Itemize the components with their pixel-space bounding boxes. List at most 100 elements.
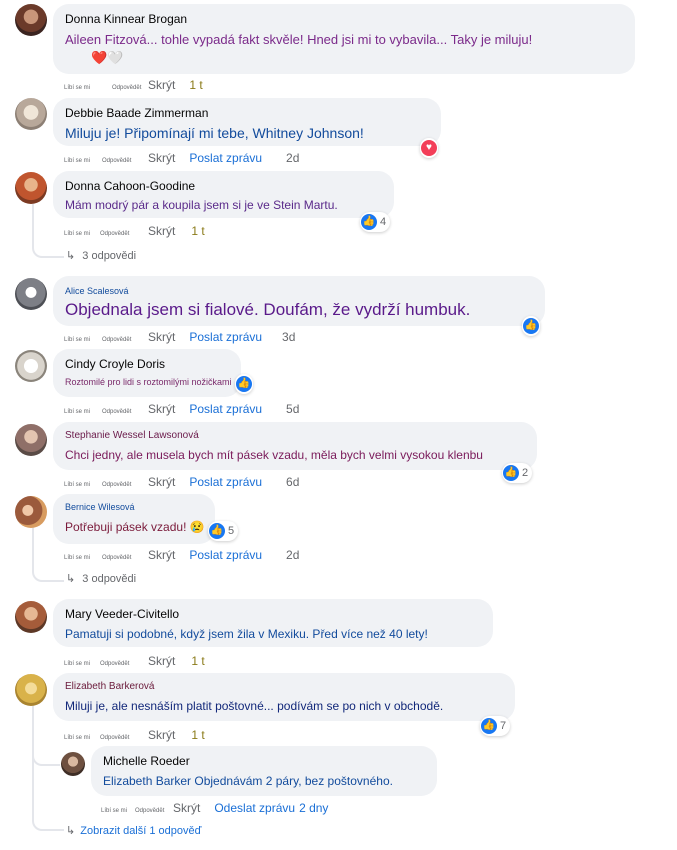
hide-button[interactable]: Skrýt [148,728,175,742]
hide-button[interactable]: Skrýt [148,151,175,165]
timestamp[interactable]: 1 t [189,78,202,92]
comment-actions: Líbí se mi Odpovědět Skrýt Poslat zprávu… [64,402,299,416]
comment-bubble: Alice Scalesová Objednala jsem si fialov… [53,276,545,326]
reaction-badge[interactable]: 👍 [522,316,540,336]
timestamp[interactable]: 2d [286,548,299,562]
reply-button[interactable]: Odpovědět [102,482,148,488]
hide-button[interactable]: Skrýt [148,548,175,562]
comment-text: Objednala jsem si fialové. Doufám, že vy… [65,300,471,319]
reaction-badge[interactable]: ♥ [420,138,438,158]
comment-bubble: Donna Cahoon-Goodine Mám modrý pár a kou… [53,171,394,218]
comment-author[interactable]: Donna Cahoon-Goodine [65,179,382,193]
reply-button[interactable]: Odpovědět [102,555,148,561]
timestamp[interactable]: 6d [286,475,299,489]
reply-button[interactable]: Odpovědět [102,409,148,415]
comment-author[interactable]: Elizabeth Barkerová [65,681,503,692]
comment-author[interactable]: Bernice Wilesová [65,502,203,512]
hide-button[interactable]: Skrýt [148,475,175,489]
reply-button[interactable]: Odpovědět [100,735,148,741]
comment-author[interactable]: Cindy Croyle Doris [65,357,229,371]
like-button[interactable]: Líbí se mi [64,555,102,561]
reaction-badge[interactable]: 👍 [235,374,253,394]
comment-text: Miluju je! Připomínají mi tebe, Whitney … [65,125,364,141]
avatar[interactable] [15,350,47,382]
avatar[interactable] [15,424,47,456]
avatar[interactable] [15,4,47,36]
like-button[interactable]: Líbí se mi [64,85,112,91]
reaction-badge[interactable]: 👍 5 [208,521,239,541]
more-replies-label: Zobrazit další 1 odpověď [80,825,202,837]
timestamp[interactable]: 2 dny [299,801,328,815]
like-button[interactable]: Líbí se mi [64,158,102,164]
avatar[interactable] [15,496,47,528]
hide-button[interactable]: Skrýt [148,654,175,668]
comment-actions: Líbí se mi Odpovědět Skrýt 1 t [64,78,203,92]
like-button[interactable]: Líbí se mi [64,337,102,343]
comment-actions: Líbí se mi Odpovědět Skrýt 1 t [64,224,205,238]
reply-button[interactable]: Odpovědět [135,808,173,814]
view-replies-link[interactable]: ↳ 3 odpovědi [66,249,136,262]
comment-author[interactable]: Debbie Baade Zimmerman [65,106,429,120]
comment-text: Chci jedny, ale musela bych mít pásek vz… [65,448,483,462]
like-button[interactable]: Líbí se mi [101,808,135,814]
like-icon: 👍 [481,718,497,734]
like-button[interactable]: Líbí se mi [64,409,102,415]
send-message-button[interactable]: Poslat zprávu [189,330,262,344]
reply-button[interactable]: Odpovědět [102,158,148,164]
send-message-button[interactable]: Poslat zprávu [189,475,262,489]
hide-button[interactable]: Skrýt [148,330,175,344]
hide-button[interactable]: Skrýt [148,402,175,416]
comment-bubble: Elizabeth Barkerová Miluji je, ale nesná… [53,673,515,721]
comment-author[interactable]: Mary Veeder-Civitello [65,607,481,621]
comment-text: Potřebuji pásek vzadu! 😢 [65,520,205,534]
reply-button[interactable]: Odpovědět [100,231,148,237]
reaction-badge[interactable]: 👍 2 [502,463,533,483]
comment-text: Mám modrý pár a koupila jsem si je ve St… [65,198,338,212]
reply-arrow-icon: ↳ [66,825,76,837]
timestamp[interactable]: 1 t [191,654,204,668]
view-replies-link[interactable]: ↳ 3 odpovědi [66,572,136,585]
send-message-button[interactable]: Odeslat zprávu [214,801,295,815]
avatar[interactable] [15,98,47,130]
reply-button[interactable]: Odpovědět [112,85,148,91]
like-button[interactable]: Líbí se mi [64,231,100,237]
reaction-count: 4 [380,216,387,228]
avatar[interactable] [15,172,47,204]
reply-button[interactable]: Odpovědět [102,337,148,343]
comment-author[interactable]: Donna Kinnear Brogan [65,12,623,26]
like-icon: 👍 [503,465,519,481]
avatar[interactable] [15,601,47,633]
timestamp[interactable]: 5d [286,402,299,416]
hide-button[interactable]: Skrýt [148,224,175,238]
reaction-badge[interactable]: 👍 4 [360,212,391,232]
hide-button[interactable]: Skrýt [173,801,200,815]
comment-author[interactable]: Alice Scalesová [65,286,533,296]
timestamp[interactable]: 3d [282,330,295,344]
like-icon: 👍 [523,318,539,334]
reaction-count: 2 [522,467,529,479]
comment-actions: Líbí se mi Odpovědět Skrýt Poslat zprávu… [64,330,295,344]
send-message-button[interactable]: Poslat zprávu [189,402,262,416]
comment-author[interactable]: Michelle Roeder [103,754,425,768]
avatar[interactable] [15,674,47,706]
like-button[interactable]: Líbí se mi [64,735,100,741]
comment-actions: Líbí se mi Odpovědět Skrýt Poslat zprávu… [64,151,299,165]
avatar[interactable] [15,278,47,310]
hide-button[interactable]: Skrýt [148,78,175,92]
send-message-button[interactable]: Poslat zprávu [189,151,262,165]
comment-actions: Líbí se mi Odpovědět Skrýt Poslat zprávu… [64,548,299,562]
send-message-button[interactable]: Poslat zprávu [189,548,262,562]
reaction-badge[interactable]: 👍 7 [480,716,511,736]
timestamp[interactable]: 2d [286,151,299,165]
timestamp[interactable]: 1 t [191,224,204,238]
timestamp[interactable]: 1 t [191,728,204,742]
view-more-replies-link[interactable]: ↳ Zobrazit další 1 odpověď [66,824,201,837]
avatar[interactable] [61,752,85,776]
like-icon: 👍 [236,376,252,392]
reply-arrow-icon: ↳ [66,573,76,585]
like-button[interactable]: Líbí se mi [64,482,102,488]
reply-button[interactable]: Odpovědět [100,661,148,667]
like-button[interactable]: Líbí se mi [64,661,100,667]
comment-author[interactable]: Stephanie Wessel Lawsonová [65,430,525,441]
comment-text: Miluji je, ale nesnáším platit poštovné.… [65,699,444,713]
